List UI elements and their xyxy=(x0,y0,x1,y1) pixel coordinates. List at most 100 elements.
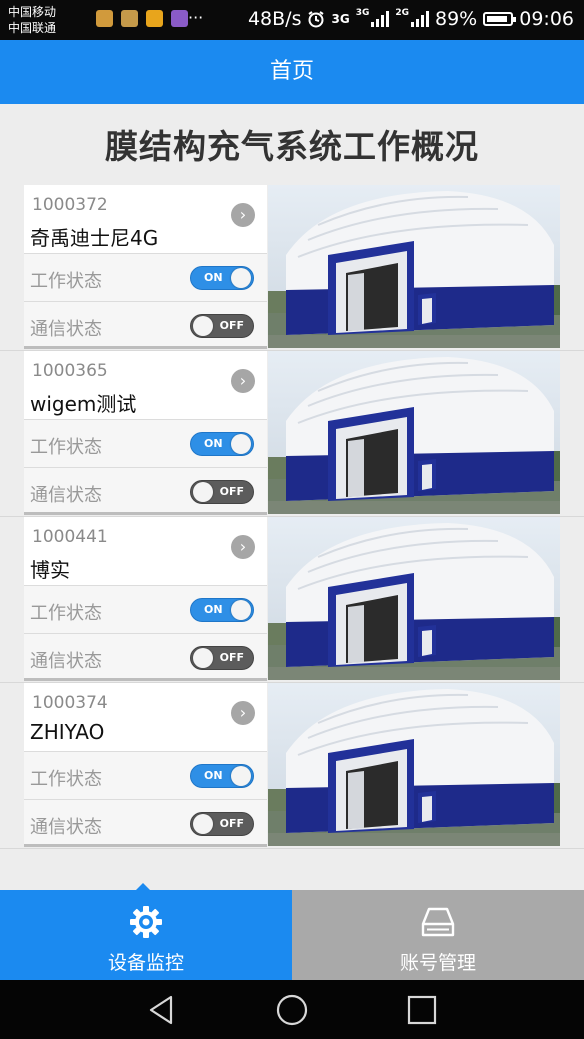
device-name: wigem测试 xyxy=(30,392,137,416)
work-status-row: 工作状态 ON xyxy=(24,585,267,633)
work-status-label: 工作状态 xyxy=(30,769,102,790)
card-divider xyxy=(24,678,267,681)
comm-status-label: 通信状态 xyxy=(30,817,102,838)
device-id: 1000365 xyxy=(32,361,108,381)
page-title: 膜结构充气系统工作概况 xyxy=(105,127,479,166)
carrier-1: 中国移动 xyxy=(8,5,57,19)
notification-icons xyxy=(96,10,188,27)
toggle-knob xyxy=(231,434,251,454)
carrier-2: 中国联通 xyxy=(8,21,57,35)
net-type-3g: 3G xyxy=(331,12,350,26)
work-status-row: 工作状态 ON xyxy=(24,751,267,799)
toggle-text: OFF xyxy=(219,485,244,498)
chevron-right-icon[interactable]: › xyxy=(231,203,255,227)
card-divider xyxy=(24,512,267,515)
dome-photo xyxy=(268,517,560,680)
status-bar: 中国移动 中国联通 ··· 48B/s 3G 3G 2G 89% 09:06 xyxy=(0,0,584,40)
work-status-label: 工作状态 xyxy=(30,603,102,624)
tab-device-monitor[interactable]: 设备监控 xyxy=(0,883,292,980)
comm-status-toggle[interactable]: OFF xyxy=(190,812,254,836)
work-status-label: 工作状态 xyxy=(30,437,102,458)
device-card[interactable]: 1000372 奇禹迪士尼4G › 工作状态 ON 通信状态 OFF xyxy=(0,185,584,351)
net-type-3g-small: 3G xyxy=(355,8,370,18)
device-id: 1000441 xyxy=(32,527,108,547)
work-status-toggle[interactable]: ON xyxy=(190,764,254,788)
battery-icon xyxy=(483,12,517,26)
toggle-text: ON xyxy=(204,769,223,782)
comm-status-label: 通信状态 xyxy=(30,485,102,506)
device-card[interactable]: 1000441 博实 › 工作状态 ON 通信状态 OFF xyxy=(0,517,584,683)
app-bar-title: 首页 xyxy=(269,59,314,84)
chevron-right-icon[interactable]: › xyxy=(231,369,255,393)
chevron-right-icon[interactable]: › xyxy=(231,701,255,725)
system-nav-bar xyxy=(0,980,584,1039)
comm-status-label: 通信状态 xyxy=(30,319,102,340)
toggle-knob xyxy=(231,600,251,620)
tab-label: 设备监控 xyxy=(107,952,184,974)
home-icon[interactable] xyxy=(274,992,310,1028)
card-divider xyxy=(24,844,267,847)
app-notification-icon xyxy=(121,10,138,27)
toggle-knob xyxy=(193,814,213,834)
toggle-text: OFF xyxy=(219,319,244,332)
bottom-tab-bar: 设备监控 账号管理 xyxy=(0,883,584,980)
app-bar: 首页 xyxy=(0,40,584,104)
device-name: ZHIYAO xyxy=(30,720,105,744)
device-list: 1000372 奇禹迪士尼4G › 工作状态 ON 通信状态 OFF 10003… xyxy=(0,185,584,849)
carrier-labels: 中国移动 中国联通 xyxy=(8,4,56,36)
back-icon[interactable] xyxy=(144,992,180,1028)
tab-label: 账号管理 xyxy=(399,952,476,974)
comm-status-toggle[interactable]: OFF xyxy=(190,480,254,504)
active-tab-indicator xyxy=(136,883,150,890)
app-notification-icon xyxy=(96,10,113,27)
toggle-knob xyxy=(231,766,251,786)
device-header[interactable]: 1000374 ZHIYAO › xyxy=(24,683,267,751)
comm-status-toggle[interactable]: OFF xyxy=(190,646,254,670)
work-status-toggle[interactable]: ON xyxy=(190,266,254,290)
alarm-icon xyxy=(308,11,325,28)
chevron-right-icon[interactable]: › xyxy=(231,535,255,559)
device-card[interactable]: 1000374 ZHIYAO › 工作状态 ON 通信状态 OFF xyxy=(0,683,584,849)
toggle-knob xyxy=(231,268,251,288)
signal-icon xyxy=(411,11,429,27)
more-notifications: ··· xyxy=(188,8,204,27)
comm-status-row: 通信状态 OFF xyxy=(24,799,267,847)
work-status-toggle[interactable]: ON xyxy=(190,598,254,622)
recents-icon[interactable] xyxy=(404,992,440,1028)
toggle-knob xyxy=(193,482,213,502)
device-card[interactable]: 1000365 wigem测试 › 工作状态 ON 通信状态 OFF xyxy=(0,351,584,517)
device-name: 博实 xyxy=(30,558,70,582)
work-status-row: 工作状态 ON xyxy=(24,253,267,301)
signal-icon xyxy=(371,11,390,27)
device-header[interactable]: 1000365 wigem测试 › xyxy=(24,351,267,419)
toggle-text: OFF xyxy=(219,817,244,830)
dome-photo xyxy=(268,683,560,846)
toggle-knob xyxy=(193,648,213,668)
net-type-2g: 2G xyxy=(395,8,409,18)
toggle-text: ON xyxy=(204,603,223,616)
comm-status-row: 通信状态 OFF xyxy=(24,467,267,515)
app-notification-icon xyxy=(171,10,188,27)
device-name: 奇禹迪士尼4G xyxy=(30,226,159,250)
dome-photo xyxy=(268,185,560,348)
work-status-row: 工作状态 ON xyxy=(24,419,267,467)
gear-icon xyxy=(130,906,162,938)
app-notification-icon xyxy=(146,10,163,27)
battery-percent: 89% xyxy=(435,8,478,30)
device-id: 1000372 xyxy=(32,195,108,215)
toggle-text: ON xyxy=(204,271,223,284)
net-speed: 48B/s xyxy=(247,8,302,30)
clock: 09:06 xyxy=(519,8,574,30)
device-header[interactable]: 1000441 博实 › xyxy=(24,517,267,585)
work-status-toggle[interactable]: ON xyxy=(190,432,254,456)
tab-account-management[interactable]: 账号管理 xyxy=(292,890,584,980)
comm-status-row: 通信状态 OFF xyxy=(24,301,267,349)
dome-photo xyxy=(268,351,560,514)
device-header[interactable]: 1000372 奇禹迪士尼4G › xyxy=(24,185,267,253)
comm-status-label: 通信状态 xyxy=(30,651,102,672)
card-divider xyxy=(24,346,267,349)
work-status-label: 工作状态 xyxy=(30,271,102,292)
drive-icon xyxy=(421,907,455,937)
comm-status-toggle[interactable]: OFF xyxy=(190,314,254,338)
toggle-text: OFF xyxy=(219,651,244,664)
